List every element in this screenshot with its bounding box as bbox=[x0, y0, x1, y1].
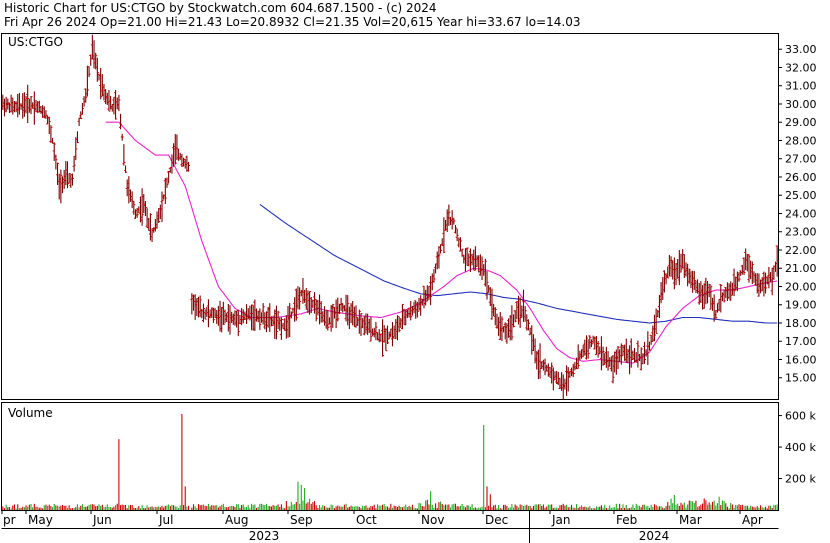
volume-tick-label: 200 k bbox=[785, 473, 816, 486]
month-label: Jun bbox=[92, 513, 112, 527]
volume-bars bbox=[2, 414, 778, 510]
month-label: Sep bbox=[290, 513, 313, 527]
price-tick-label: 29.00 bbox=[785, 116, 817, 129]
price-tick-label: 22.00 bbox=[785, 244, 817, 257]
price-tick-label: 23.00 bbox=[785, 226, 817, 239]
price-tick-label: 15.00 bbox=[785, 372, 817, 385]
volume-tick-label: 400 k bbox=[785, 441, 816, 454]
price-tick-label: 27.00 bbox=[785, 153, 817, 166]
x-axis: pr May Jun Jul Aug Sep Oct Nov Dec Jan Feb Mar Apr 20… bbox=[1, 510, 779, 543]
price-axis: 15.00 16.00 17.00 18.00 19.00 20.00 21.00 22.00… bbox=[778, 43, 817, 385]
price-tick-label: 28.00 bbox=[785, 134, 817, 147]
volume-panel-frame bbox=[1, 402, 779, 511]
price-bars bbox=[1, 34, 779, 401]
month-label: pr bbox=[3, 513, 16, 527]
month-label: Oct bbox=[356, 513, 377, 527]
price-tick-label: 33.00 bbox=[785, 43, 817, 56]
month-label: Nov bbox=[421, 513, 444, 527]
year-label: 2024 bbox=[639, 529, 670, 543]
price-tick-label: 26.00 bbox=[785, 171, 817, 184]
ma-short-line bbox=[105, 121, 778, 364]
month-label: Jan bbox=[551, 513, 571, 527]
ma-short-path bbox=[105, 121, 778, 364]
volume-label: Volume bbox=[8, 406, 53, 420]
price-tick-label: 24.00 bbox=[785, 207, 817, 220]
price-tick-label: 16.00 bbox=[785, 353, 817, 366]
year-label: 2023 bbox=[249, 529, 280, 543]
volume-tick-label: 600 k bbox=[785, 410, 816, 423]
month-label: May bbox=[28, 513, 53, 527]
price-tick-label: 18.00 bbox=[785, 317, 817, 330]
price-tick-label: 31.00 bbox=[785, 80, 817, 93]
symbol-label: US:CTGO bbox=[8, 35, 63, 49]
price-tick-label: 21.00 bbox=[785, 262, 817, 275]
month-label: Aug bbox=[225, 513, 248, 527]
month-label: Feb bbox=[616, 513, 637, 527]
volume-axis: 200 k 400 k 600 k bbox=[778, 410, 816, 486]
price-tick-label: 25.00 bbox=[785, 189, 817, 202]
price-tick-label: 17.00 bbox=[785, 335, 817, 348]
stock-chart: US:CTGO 15.00 16.00 17.00 18.00 19.00 20.00 21… bbox=[1, 33, 817, 543]
month-label: Dec bbox=[485, 513, 508, 527]
price-tick-label: 19.00 bbox=[785, 299, 817, 312]
chart-page: Historic Chart for US:CTGO by Stockwatch… bbox=[0, 0, 830, 543]
month-label: Jul bbox=[158, 513, 173, 527]
price-panel-frame bbox=[1, 33, 779, 400]
month-label: Mar bbox=[679, 513, 702, 527]
price-tick-label: 30.00 bbox=[785, 98, 817, 111]
month-label: Apr bbox=[742, 513, 763, 527]
price-tick-label: 20.00 bbox=[785, 280, 817, 293]
price-tick-label: 32.00 bbox=[785, 61, 817, 74]
